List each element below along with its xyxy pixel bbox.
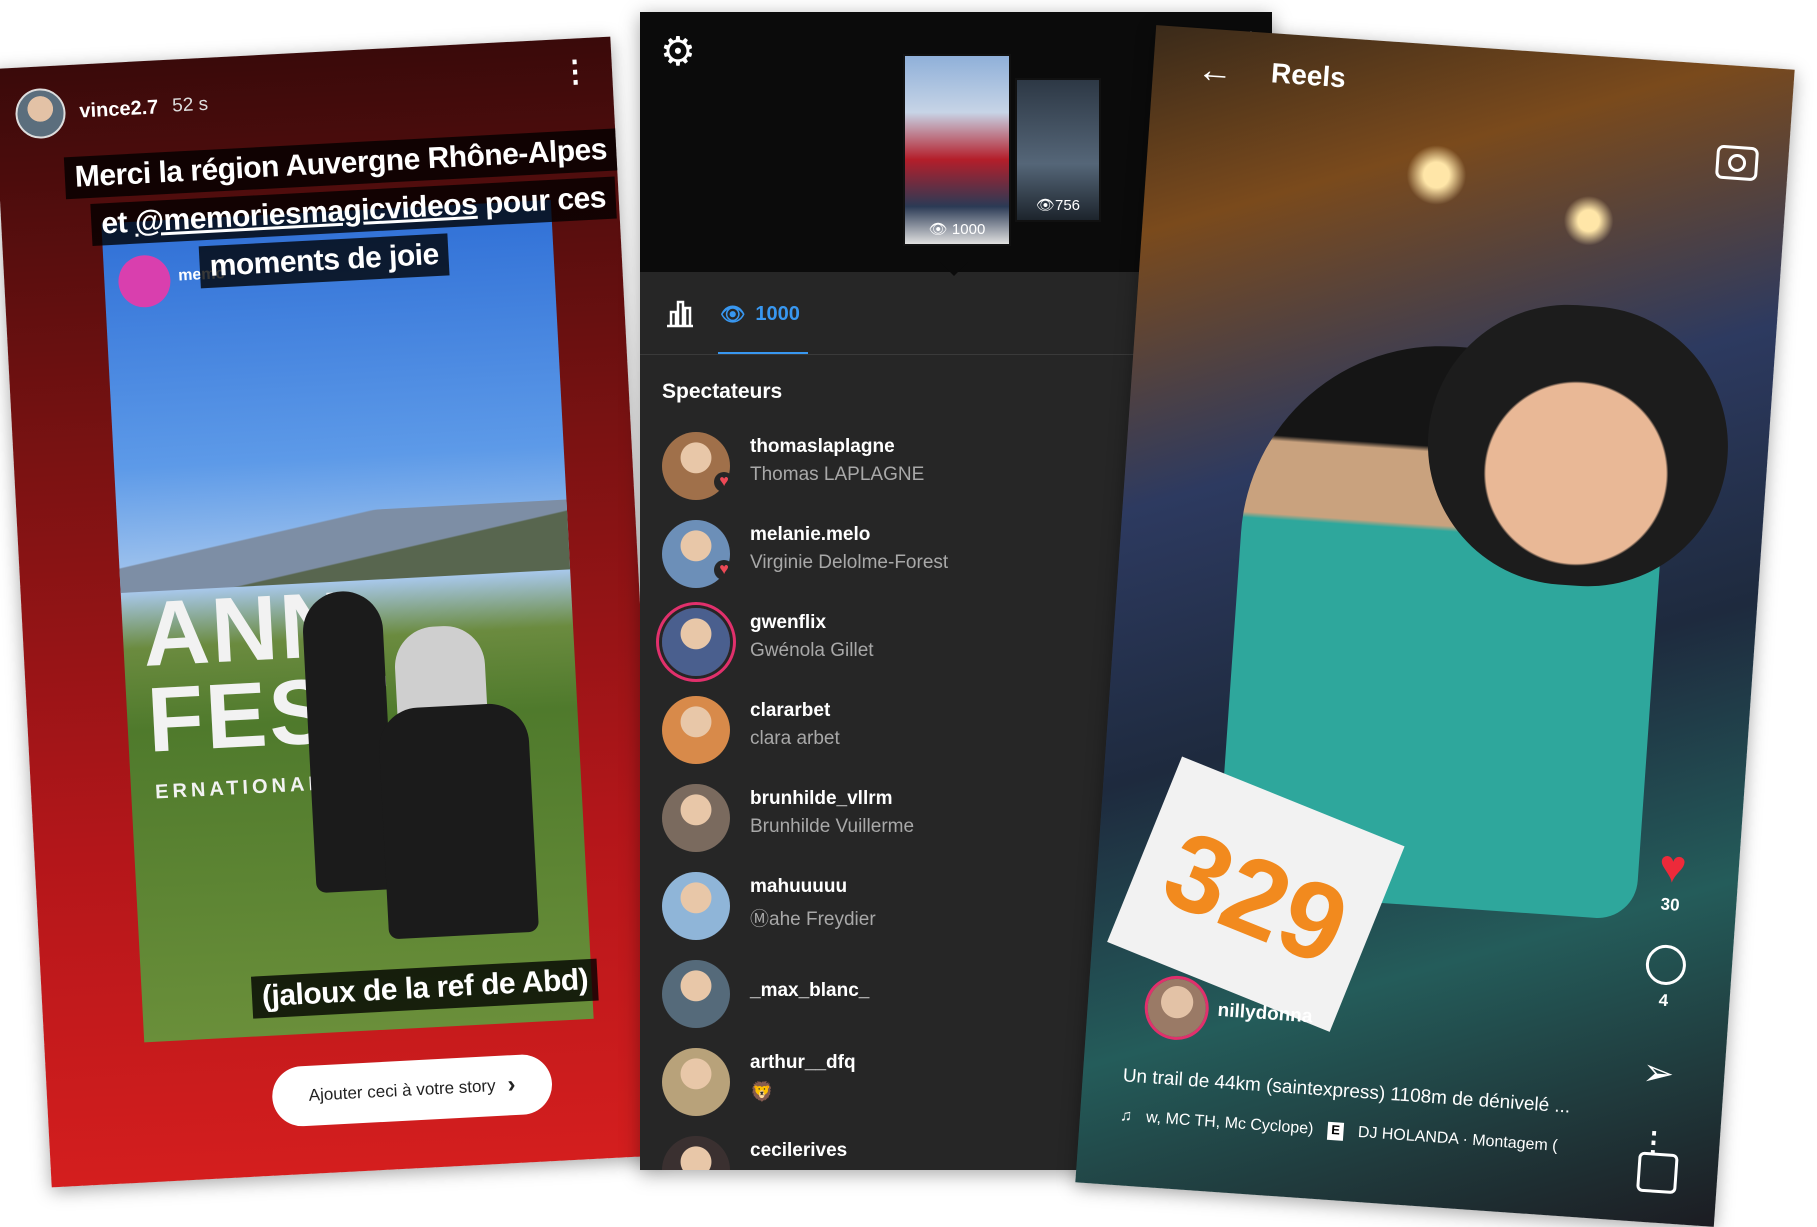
send-icon[interactable]: ➢ — [1627, 1049, 1690, 1098]
viewer-fullname: clara arbet — [750, 728, 840, 749]
viewer-username[interactable]: _max_blanc_ — [750, 980, 869, 1002]
eye-icon: 👁 — [720, 304, 746, 326]
add-to-story-button[interactable]: Ajouter ceci à votre story › — [270, 1053, 554, 1128]
viewer-names: gwenflix Gwénola Gillet — [750, 612, 874, 662]
viewer-username[interactable]: melanie.melo — [750, 524, 948, 546]
reels-title: Reels — [1270, 57, 1347, 94]
insights-icon[interactable] — [664, 296, 696, 328]
thumb2-count: 756 — [1055, 197, 1081, 214]
music-title: w, MC TH, Mc Cyclope) — [1145, 1109, 1314, 1138]
viewer-names: brunhilde_vllrm Brunhilde Vuillerme — [750, 788, 914, 838]
viewer-username[interactable]: gwenflix — [750, 612, 874, 634]
views-tab[interactable]: 👁 1000 — [720, 302, 800, 327]
stadium-light — [1404, 142, 1469, 208]
viewer-avatar[interactable] — [662, 784, 730, 852]
explicit-badge: E — [1326, 1121, 1345, 1141]
gear-icon[interactable]: ⚙ — [660, 32, 696, 72]
views-tab-indicator — [718, 352, 808, 354]
thumb-view-count: 👁 1000 — [928, 221, 986, 238]
story-header: vince2.7 52 s — [14, 80, 209, 140]
thumb-view-count: 👁756 — [1035, 197, 1081, 214]
story-thumbnail-selected[interactable]: 👁 1000 — [903, 54, 1011, 246]
viewer-username[interactable]: arthur__dfq — [750, 1052, 856, 1074]
viewer-fullname: Brunhilde Vuillerme — [750, 816, 915, 837]
viewer-names: mahuuuuu Ⓜahe Freydier — [750, 876, 876, 931]
back-arrow-icon[interactable]: ← — [1196, 48, 1235, 92]
viewer-fullname: Gwénola Gillet — [750, 640, 874, 661]
heart-icon[interactable]: ♥ — [1641, 839, 1704, 893]
viewer-avatar[interactable] — [662, 608, 730, 676]
story-avatar[interactable] — [14, 87, 67, 140]
caption-suffix: pour ces — [476, 181, 607, 221]
reel-author[interactable]: nillydonna — [1145, 976, 1315, 1046]
reels-panel: 329 ← Reels ♥ 30 4 ➢ ⋮ nillydonna Un tra… — [1075, 25, 1795, 1227]
photo-person — [377, 701, 540, 940]
comments-count: 4 — [1658, 990, 1669, 1011]
viewers-section-title: Spectateurs — [662, 380, 783, 403]
comment-icon[interactable] — [1644, 943, 1688, 987]
caption-prefix: et — [100, 205, 136, 241]
viewer-names: cecilerives Cécile Rives — [750, 1140, 856, 1170]
memories-logo-icon — [117, 253, 172, 309]
viewer-username[interactable]: cecilerives — [750, 1140, 856, 1162]
viewer-username[interactable]: thomaslaplagne — [750, 436, 924, 458]
viewer-fullname: Thomas LAPLAGNE — [750, 464, 925, 485]
story-time: 52 s — [171, 93, 209, 117]
thumb1-count: 1000 — [951, 221, 986, 238]
more-options-icon[interactable]: ⋮ — [559, 55, 591, 90]
viewer-fullname: Cécile Rives — [750, 1168, 856, 1170]
viewer-avatar[interactable] — [662, 696, 730, 764]
reel-music[interactable]: ♫ w, MC TH, Mc Cyclope) E DJ HOLANDA · M… — [1119, 1107, 1558, 1156]
liked-heart-icon: ♥ — [714, 560, 734, 580]
music-artist: DJ HOLANDA · Montagem ( — [1357, 1123, 1559, 1155]
bib-number: 329 — [1148, 806, 1365, 990]
chevron-right-icon: › — [506, 1071, 517, 1099]
audio-thumbnail-icon[interactable] — [1636, 1151, 1679, 1195]
views-count: 1000 — [755, 303, 800, 325]
viewer-username[interactable]: clararbet — [750, 700, 840, 722]
viewer-names: melanie.melo Virginie Delolme-Forest — [750, 524, 948, 574]
viewer-fullname: Virginie Delolme-Forest — [750, 552, 949, 573]
camera-icon[interactable] — [1714, 144, 1760, 182]
story-username[interactable]: vince2.7 — [79, 96, 159, 123]
likes-count: 30 — [1660, 894, 1681, 915]
viewer-avatar[interactable] — [662, 1048, 730, 1116]
story-thumbnail[interactable]: 👁756 — [1015, 78, 1101, 222]
music-note-icon: ♫ — [1119, 1107, 1133, 1126]
author-avatar[interactable] — [1145, 976, 1208, 1039]
viewer-avatar[interactable] — [662, 872, 730, 940]
add-to-story-label: Ajouter ceci à votre story — [308, 1076, 497, 1105]
viewer-names: _max_blanc_ — [750, 980, 869, 1002]
story-photo: memo ANN FEST ERNATIONAL — [101, 199, 594, 1043]
reel-caption[interactable]: Un trail de 44km (saintexpress) 1108m de… — [1122, 1065, 1571, 1118]
viewer-fullname: Ⓜahe Freydier — [750, 909, 876, 930]
viewer-username[interactable]: brunhilde_vllrm — [750, 788, 914, 810]
liked-heart-icon: ♥ — [714, 472, 734, 492]
viewer-names: arthur__dfq 🦁 — [750, 1052, 856, 1104]
photo-sign-sub: ERNATIONAL — [154, 772, 326, 804]
stadium-light — [1561, 194, 1616, 248]
story-panel: vince2.7 52 s ⋮ memo ANN FEST ERNATIONAL… — [0, 36, 669, 1188]
viewer-username[interactable]: mahuuuuu — [750, 876, 876, 898]
viewer-fullname: 🦁 — [750, 1082, 774, 1103]
viewer-avatar[interactable] — [662, 1136, 730, 1170]
viewer-avatar[interactable] — [662, 960, 730, 1028]
author-username[interactable]: nillydonna — [1217, 1000, 1313, 1029]
viewer-names: clararbet clara arbet — [750, 700, 840, 750]
viewer-names: thomaslaplagne Thomas LAPLAGNE — [750, 436, 924, 486]
